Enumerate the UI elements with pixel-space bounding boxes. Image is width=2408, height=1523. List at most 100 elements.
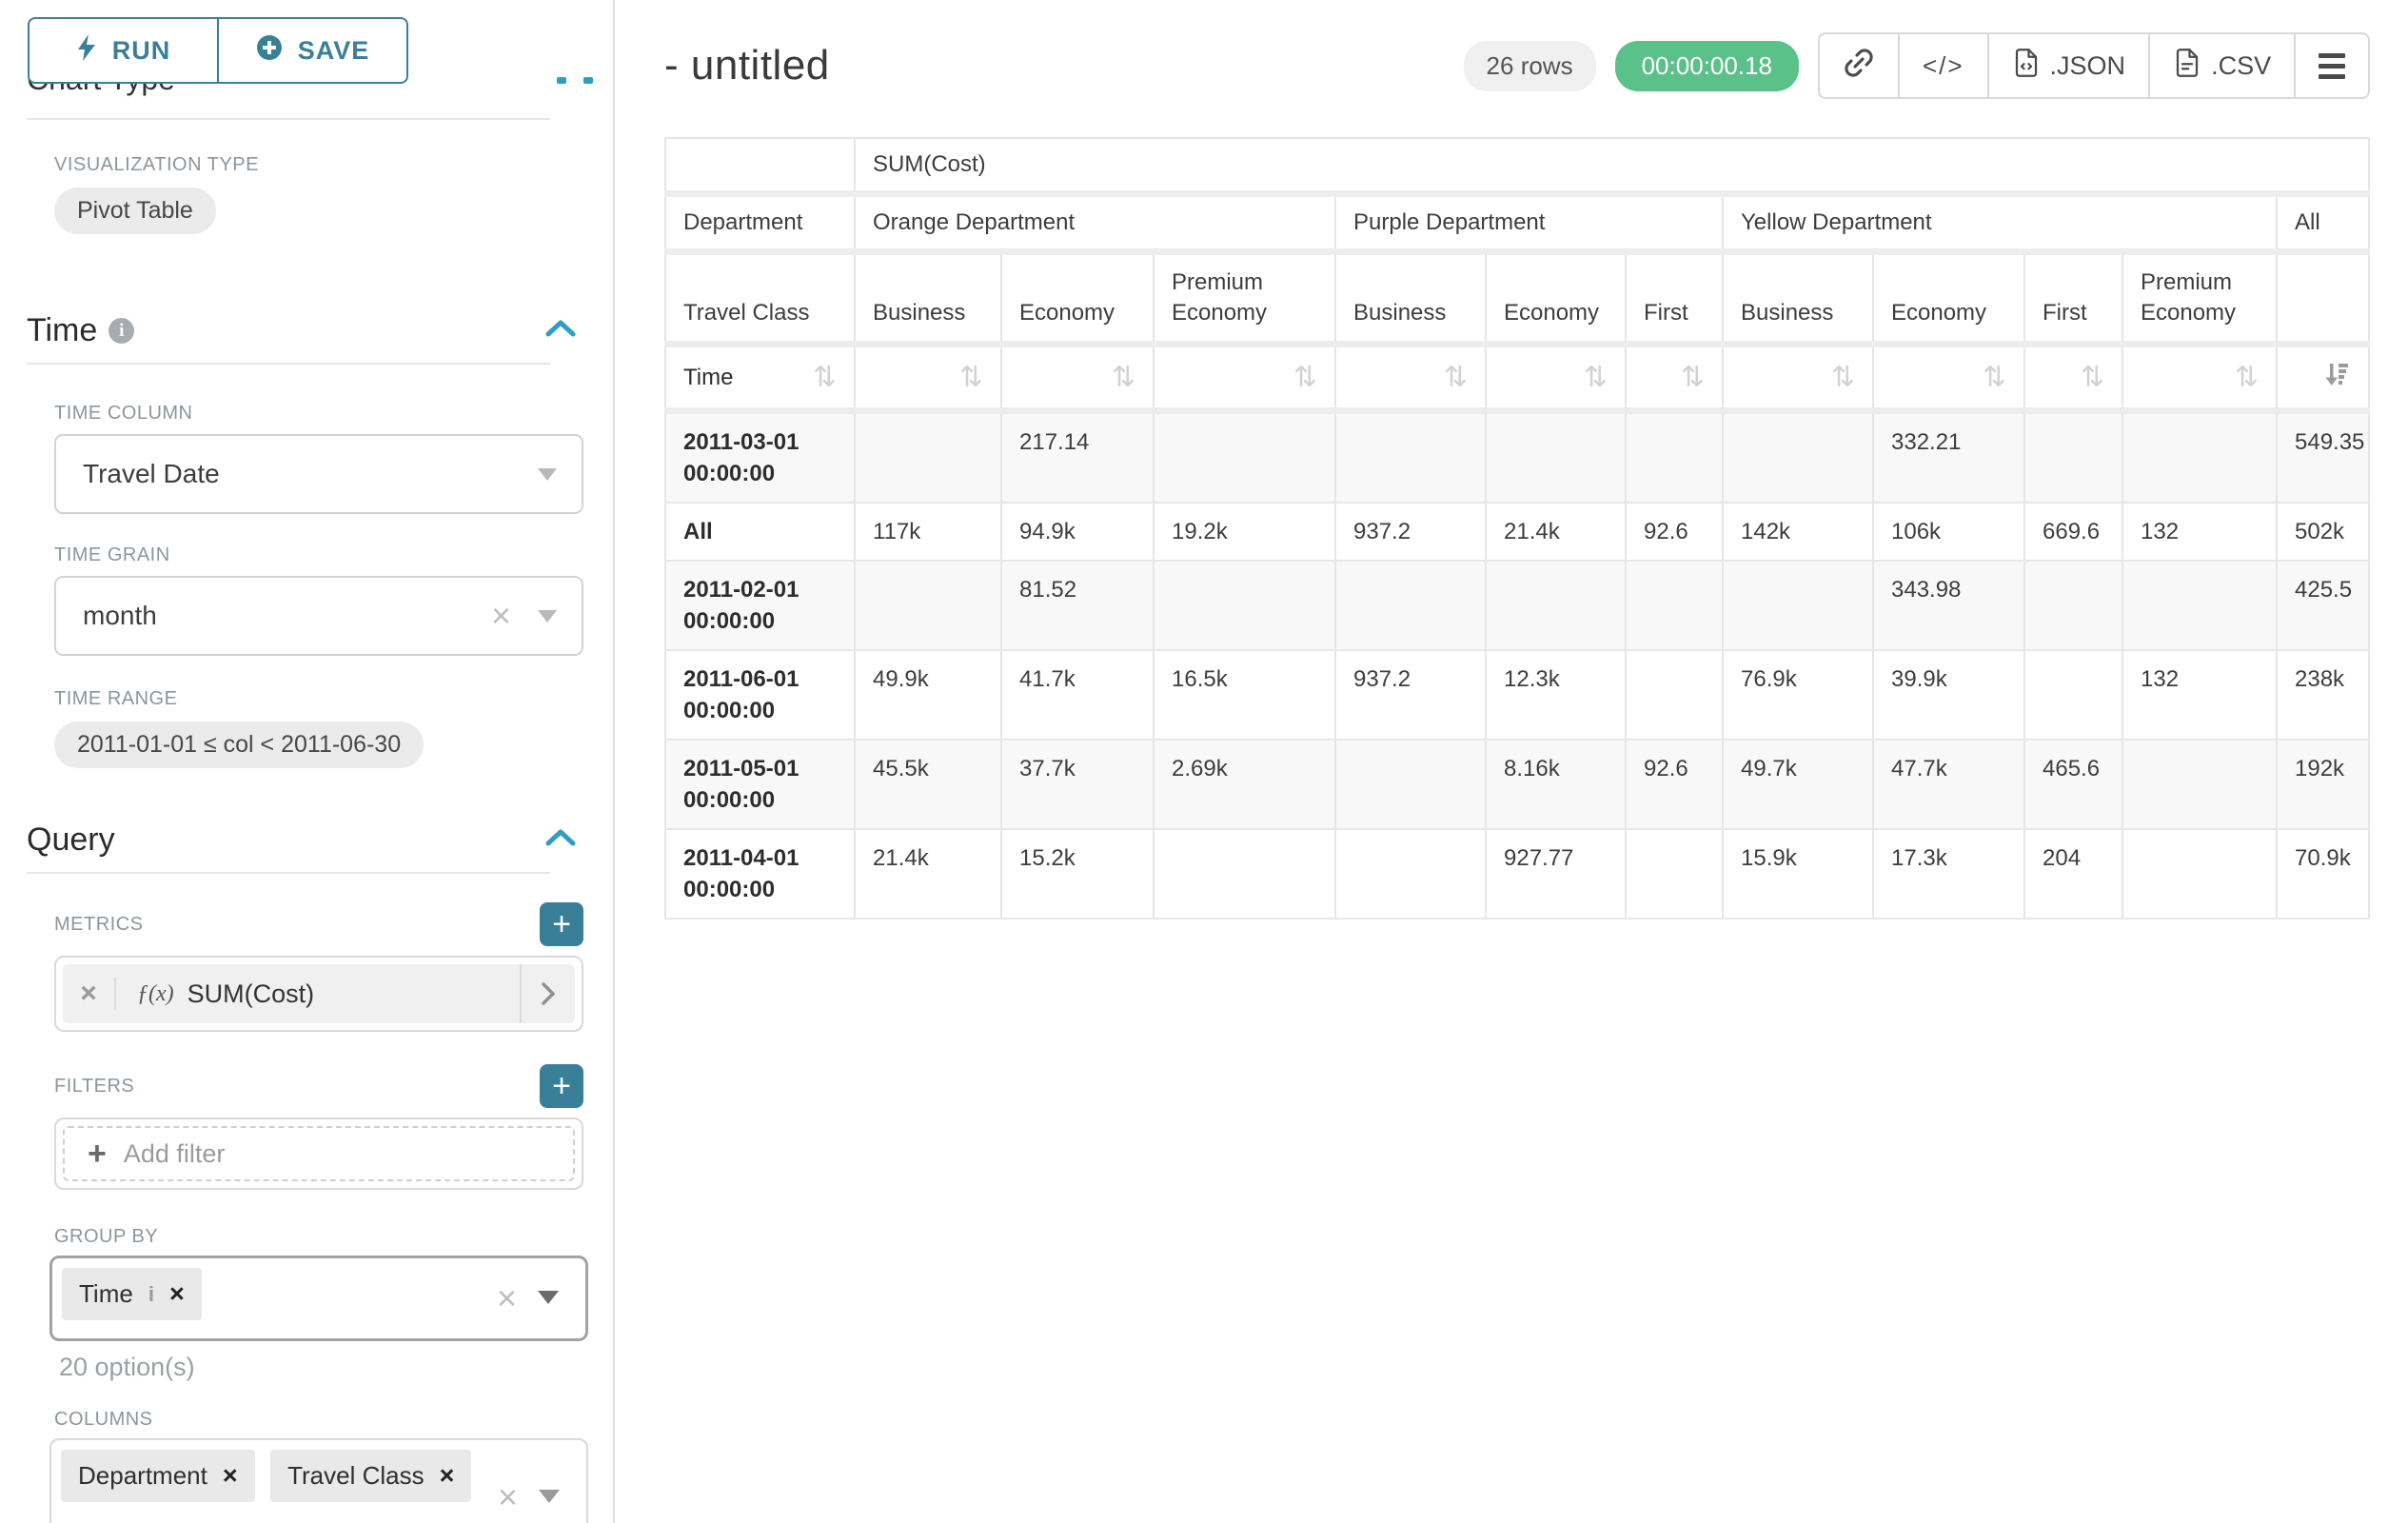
value-cell	[2122, 829, 2277, 919]
time-grain-label: TIME GRAIN	[54, 544, 582, 566]
remove-metric-icon[interactable]: ×	[63, 978, 116, 1010]
file-json-icon	[2012, 47, 2041, 86]
add-filter-button[interactable]: + Add filter	[63, 1126, 575, 1181]
value-cell	[1723, 561, 1873, 650]
column-header-cell: First	[2024, 252, 2122, 345]
value-cell	[1626, 411, 1723, 504]
share-link-button[interactable]	[1820, 34, 1898, 97]
value-cell: 45.5k	[855, 740, 1001, 829]
metric-main: ƒ(x) SUM(Cost)	[116, 979, 520, 1009]
value-cell	[1154, 561, 1335, 650]
add-filter-plus-button[interactable]: +	[540, 1064, 583, 1108]
info-icon[interactable]: i	[109, 318, 134, 344]
visualization-type-label: VISUALIZATION TYPE	[54, 154, 582, 176]
export-csv-label: .CSV	[2211, 51, 2271, 81]
table-row: 2011-02-01 00:00:0081.52343.98425.5	[665, 561, 2369, 650]
column-header-cell: Business	[1335, 252, 1486, 345]
time-range-value[interactable]: 2011-01-01 ≤ col < 2011-06-30	[54, 722, 424, 768]
value-cell: 47.7k	[1873, 740, 2024, 829]
clipped-panel-icon	[557, 77, 566, 84]
chart-title[interactable]: - untitled	[664, 42, 830, 89]
column-header-cell: Premium Economy	[1154, 252, 1335, 345]
table-row: 2011-06-01 00:00:0049.9k41.7k16.5k937.21…	[665, 650, 2369, 740]
explore-view: RUN SAVE Chart Type VISUALIZATION TYPE P…	[0, 0, 2408, 1523]
info-icon[interactable]: i	[148, 1282, 154, 1307]
embed-code-button[interactable]: </>	[1898, 34, 1987, 97]
value-cell: 549.35	[2277, 411, 2369, 504]
sort-toggle-icon[interactable]: ⇅	[1584, 364, 1608, 392]
columns-select[interactable]: Department × Travel Class × ×	[49, 1438, 588, 1523]
travel-class-header-row: Travel Class Business Economy Premium Ec…	[665, 252, 2369, 345]
metric-pill[interactable]: × ƒ(x) SUM(Cost)	[63, 964, 575, 1023]
query-section-header: Query	[27, 821, 577, 859]
value-cell	[1154, 829, 1335, 919]
value-cell: 132	[2122, 503, 2277, 561]
remove-tag-icon[interactable]: ×	[440, 1461, 455, 1491]
chevron-right-icon[interactable]	[520, 964, 575, 1023]
columns-label: COLUMNS	[54, 1409, 582, 1431]
column-header-cell: Economy	[1873, 252, 2024, 345]
filters-container: + Add filter	[54, 1118, 583, 1190]
export-csv-button[interactable]: .CSV	[2148, 34, 2294, 97]
sort-descending-active-icon[interactable]	[2322, 360, 2351, 395]
pivot-table-container: SUM(Cost) Department Orange Department P…	[664, 137, 2370, 920]
filters-label: FILTERS	[54, 1076, 134, 1098]
value-cell: 117k	[855, 503, 1001, 561]
export-json-button[interactable]: .JSON	[1987, 34, 2149, 97]
column-group-cell: Orange Department	[855, 194, 1335, 252]
time-column-select[interactable]: Travel Date	[54, 434, 583, 514]
sort-toggle-icon[interactable]: ⇅	[813, 364, 837, 392]
chevron-up-icon[interactable]	[544, 319, 577, 343]
sort-toggle-icon[interactable]: ⇅	[2235, 364, 2259, 392]
sort-toggle-icon[interactable]: ⇅	[959, 364, 983, 392]
columns-tag[interactable]: Travel Class ×	[270, 1450, 471, 1502]
visualization-type-value[interactable]: Pivot Table	[54, 188, 216, 234]
value-cell: 142k	[1723, 503, 1873, 561]
value-cell: 8.16k	[1486, 740, 1626, 829]
sort-row: Time ⇅ ⇅ ⇅ ⇅ ⇅ ⇅ ⇅ ⇅ ⇅ ⇅ ⇅	[665, 345, 2369, 411]
clear-icon[interactable]: ×	[498, 1480, 518, 1514]
remove-tag-icon[interactable]: ×	[169, 1279, 185, 1309]
value-cell: 21.4k	[1486, 503, 1626, 561]
value-cell	[1335, 829, 1486, 919]
remove-tag-icon[interactable]: ×	[223, 1461, 238, 1491]
plus-circle-icon	[256, 34, 283, 68]
value-cell	[2024, 650, 2122, 740]
columns-tag[interactable]: Department ×	[61, 1450, 255, 1502]
value-cell	[855, 411, 1001, 504]
sort-toggle-icon[interactable]: ⇅	[1831, 364, 1855, 392]
value-cell: 204	[2024, 829, 2122, 919]
sort-toggle-icon[interactable]: ⇅	[1983, 364, 2006, 392]
save-button[interactable]: SAVE	[218, 17, 408, 84]
value-cell: 332.21	[1873, 411, 2024, 504]
time-grain-select[interactable]: month ×	[54, 576, 583, 656]
sort-toggle-icon[interactable]: ⇅	[1444, 364, 1468, 392]
row-header-cell: 2011-03-01 00:00:00	[665, 411, 855, 504]
column-header-cell: Economy	[1486, 252, 1626, 345]
value-cell: 937.2	[1335, 650, 1486, 740]
sort-toggle-icon[interactable]: ⇅	[1112, 364, 1135, 392]
add-metric-button[interactable]: +	[540, 902, 583, 946]
group-by-tag[interactable]: Time i ×	[62, 1268, 202, 1320]
caret-down-icon	[538, 1291, 559, 1304]
chevron-up-icon[interactable]	[544, 828, 577, 852]
table-row: 2011-05-01 00:00:0045.5k37.7k2.69k8.16k9…	[665, 740, 2369, 829]
sort-toggle-icon[interactable]: ⇅	[1681, 364, 1705, 392]
plus-icon: +	[88, 1137, 107, 1170]
run-button[interactable]: RUN	[28, 17, 218, 84]
value-cell	[1486, 411, 1626, 504]
run-button-label: RUN	[112, 36, 171, 66]
section-divider	[27, 872, 550, 874]
clear-icon[interactable]: ×	[491, 599, 511, 633]
group-by-label: GROUP BY	[54, 1226, 582, 1248]
sort-toggle-icon[interactable]: ⇅	[2081, 364, 2104, 392]
value-cell	[1335, 561, 1486, 650]
value-cell: 21.4k	[855, 829, 1001, 919]
value-cell: 192k	[2277, 740, 2369, 829]
group-by-select[interactable]: Time i × ×	[49, 1256, 588, 1341]
clear-icon[interactable]: ×	[497, 1281, 517, 1315]
menu-button[interactable]	[2294, 34, 2368, 97]
value-cell: 937.2	[1335, 503, 1486, 561]
sort-toggle-icon[interactable]: ⇅	[1293, 364, 1317, 392]
value-cell: 76.9k	[1723, 650, 1873, 740]
